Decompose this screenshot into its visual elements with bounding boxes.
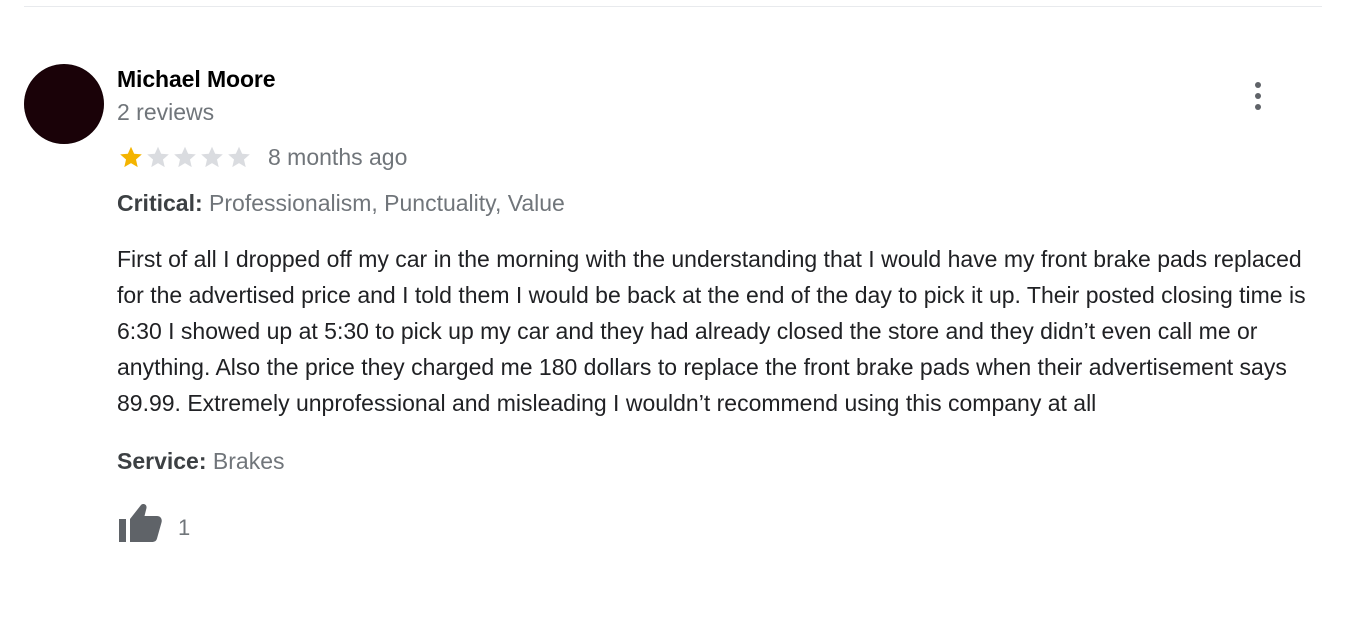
critical-label: Critical:	[117, 190, 203, 216]
review-date: 8 months ago	[268, 144, 408, 170]
like-row: 1	[117, 499, 1327, 543]
thumbs-up-icon	[119, 504, 162, 542]
rating-row: 8 months ago	[117, 141, 1327, 173]
service-value: Brakes	[212, 448, 285, 474]
critical-value: Professionalism, Punctuality, Value	[209, 190, 565, 216]
star-rating	[117, 144, 252, 170]
service-label: Service:	[117, 448, 207, 474]
divider	[24, 6, 1322, 7]
star-icon	[120, 146, 142, 168]
critical-attributes: Critical: Professionalism, Punctuality, …	[117, 187, 1327, 219]
reviewer-name[interactable]: Michael Moore	[117, 64, 1327, 94]
like-button[interactable]: 1	[117, 503, 190, 543]
review-page: Michael Moore 2 reviews 8 months ago Cri…	[0, 0, 1360, 632]
star-icon	[201, 146, 223, 168]
reviewer-review-count[interactable]: 2 reviews	[117, 96, 1327, 128]
service-attribute: Service: Brakes	[117, 445, 1327, 477]
avatar[interactable]	[24, 64, 104, 144]
review-content: Michael Moore 2 reviews 8 months ago Cri…	[117, 64, 1327, 543]
review-text: First of all I dropped off my car in the…	[117, 246, 1306, 416]
star-icon	[174, 146, 196, 168]
star-icon	[147, 146, 169, 168]
star-icon	[228, 146, 250, 168]
like-count: 1	[178, 515, 191, 540]
